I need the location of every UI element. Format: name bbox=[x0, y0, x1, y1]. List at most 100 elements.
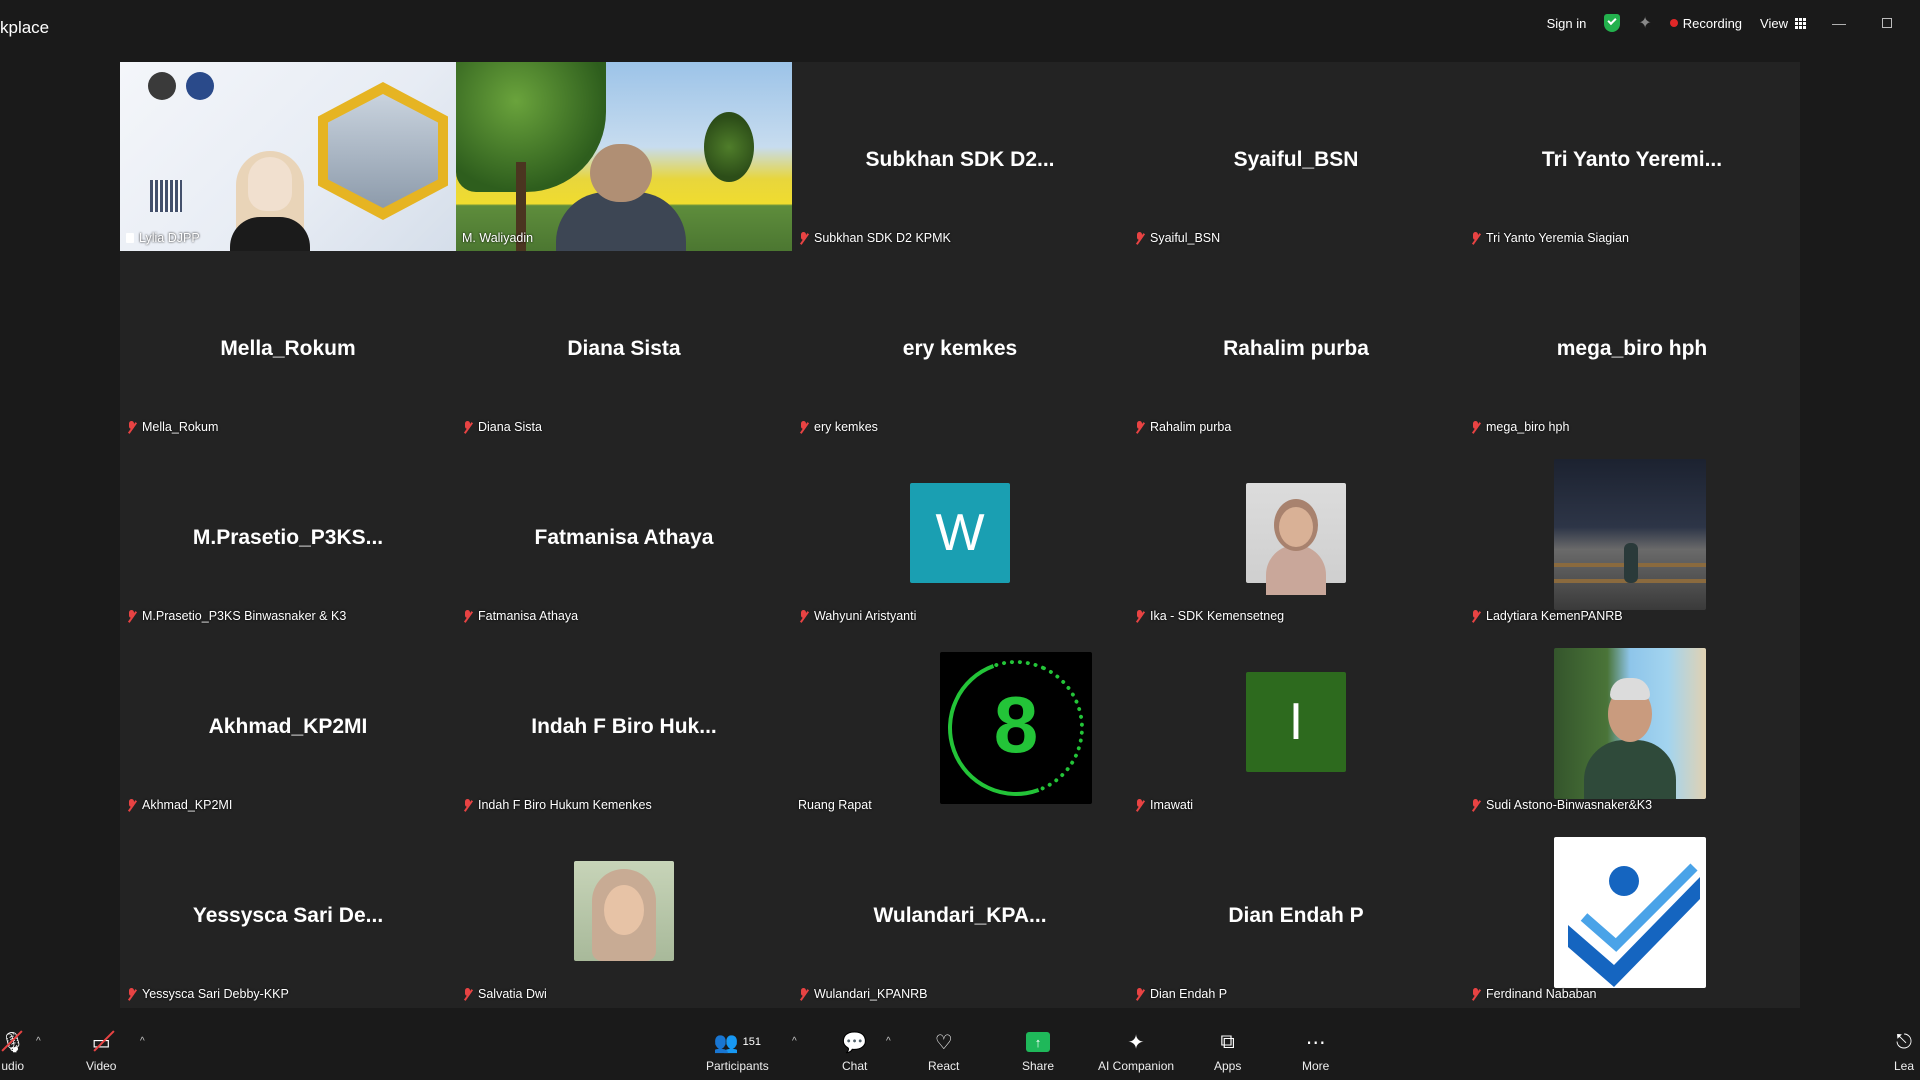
participant-name-label: Dian Endah P bbox=[1134, 987, 1227, 1001]
participant-name-label: Salvatia Dwi bbox=[462, 987, 547, 1001]
restore-icon bbox=[1882, 18, 1892, 28]
participant-tile[interactable]: Ladytiara KemenPANRB bbox=[1464, 440, 1800, 629]
participant-tile[interactable]: mega_biro hph mega_biro hph bbox=[1464, 251, 1800, 440]
top-bar: kplace Sign in ✦ Recording View — bbox=[0, 0, 1920, 48]
participant-name-label: Fatmanisa Athaya bbox=[462, 609, 578, 623]
participant-video bbox=[556, 144, 686, 251]
participant-avatar: I bbox=[1246, 672, 1346, 772]
participant-name-label: Lylia DJPP bbox=[126, 231, 200, 245]
chat-options-caret[interactable]: ^ bbox=[886, 1036, 891, 1047]
participant-name-label: Diana Sista bbox=[462, 420, 542, 434]
participant-tile[interactable]: Yessysca Sari De... Yessysca Sari Debby-… bbox=[120, 818, 456, 1007]
participant-display-name: Subkhan SDK D2... bbox=[865, 148, 1055, 171]
video-options-caret[interactable]: ^ bbox=[140, 1036, 145, 1047]
participant-tile[interactable]: 8 Ruang Rapat bbox=[792, 629, 1128, 818]
participant-name-label: Tri Yanto Yeremia Siagian bbox=[1470, 231, 1629, 245]
participant-tile[interactable]: Syaiful_BSN Syaiful_BSN bbox=[1128, 62, 1464, 251]
participant-display-name: Tri Yanto Yeremi... bbox=[1541, 148, 1723, 171]
participants-icon: 👥 151 bbox=[713, 1031, 761, 1054]
muted-mic-icon bbox=[798, 420, 809, 434]
sparkle-icon[interactable]: ✦ bbox=[1638, 13, 1651, 33]
participant-tile[interactable]: M.Prasetio_P3KS... M.Prasetio_P3KS Binwa… bbox=[120, 440, 456, 629]
participant-name-label: mega_biro hph bbox=[1470, 420, 1569, 434]
participants-options-caret[interactable]: ^ bbox=[792, 1036, 797, 1047]
view-button[interactable]: View bbox=[1760, 16, 1806, 31]
djpp-logo-icon bbox=[186, 72, 214, 100]
participant-tile[interactable]: Lylia DJPP bbox=[120, 62, 456, 251]
participant-name-label: Ladytiara KemenPANRB bbox=[1470, 609, 1623, 623]
video-button[interactable]: ▭ Video bbox=[86, 1028, 116, 1074]
muted-mic-icon bbox=[1470, 987, 1481, 1001]
audio-options-caret[interactable]: ^ bbox=[36, 1036, 41, 1047]
app-title: kplace bbox=[0, 18, 50, 37]
restore-button[interactable] bbox=[1872, 15, 1902, 31]
ministry-logo-icon bbox=[148, 72, 176, 100]
participant-tile[interactable]: Tri Yanto Yeremi... Tri Yanto Yeremia Si… bbox=[1464, 62, 1800, 251]
participant-photo bbox=[574, 861, 674, 961]
sign-in-link[interactable]: Sign in bbox=[1547, 16, 1587, 31]
view-label: View bbox=[1760, 15, 1788, 31]
participant-tile[interactable]: Mella_Rokum Mella_Rokum bbox=[120, 251, 456, 440]
participant-tile[interactable]: Rahalim purba Rahalim purba bbox=[1128, 251, 1464, 440]
participant-name-label: Syaiful_BSN bbox=[1134, 231, 1220, 245]
participant-tile[interactable]: ery kemkes ery kemkes bbox=[792, 251, 1128, 440]
muted-mic-icon bbox=[1470, 609, 1481, 623]
participant-display-name: Syaiful_BSN bbox=[1233, 148, 1359, 171]
muted-mic-icon bbox=[126, 987, 137, 1001]
participant-display-name: ery kemkes bbox=[902, 337, 1018, 360]
participant-name-label: Imawati bbox=[1134, 798, 1193, 812]
participants-count: 151 bbox=[742, 1036, 761, 1048]
muted-mic-icon bbox=[1470, 420, 1481, 434]
participant-tile[interactable]: Dian Endah P Dian Endah P bbox=[1128, 818, 1464, 1007]
chat-button[interactable]: 💬 Chat bbox=[842, 1028, 868, 1074]
chat-bubble-icon: 💬 bbox=[842, 1031, 868, 1054]
participant-display-name: Wulandari_KPA... bbox=[873, 904, 1047, 927]
participant-display-name: Indah F Biro Huk... bbox=[531, 715, 717, 738]
participant-tile[interactable]: Subkhan SDK D2... Subkhan SDK D2 KPMK bbox=[792, 62, 1128, 251]
participant-name-label: M.Prasetio_P3KS Binwasnaker & K3 bbox=[126, 609, 346, 623]
participant-tile[interactable]: Akhmad_KP2MI Akhmad_KP2MI bbox=[120, 629, 456, 818]
participant-tile[interactable]: Ferdinand Nababan bbox=[1464, 818, 1800, 1007]
participant-name-label: Ika - SDK Kemensetneg bbox=[1134, 609, 1284, 623]
participant-name-label: Sudi Astono-Binwasnaker&K3 bbox=[1470, 798, 1652, 812]
participant-tile[interactable]: Salvatia Dwi bbox=[456, 818, 792, 1007]
participant-avatar: W bbox=[910, 483, 1010, 583]
participant-tile[interactable]: Ika - SDK Kemensetneg bbox=[1128, 440, 1464, 629]
react-button[interactable]: ♡ React bbox=[928, 1028, 959, 1074]
audio-button[interactable]: 🎙 udio bbox=[0, 1028, 25, 1074]
participant-display-name: Akhmad_KP2MI bbox=[208, 715, 368, 738]
muted-mic-icon bbox=[126, 798, 137, 812]
recording-dot-icon bbox=[1669, 19, 1678, 27]
participant-tile[interactable]: Diana Sista Diana Sista bbox=[456, 251, 792, 440]
participant-tile[interactable]: Wulandari_KPA... Wulandari_KPANRB bbox=[792, 818, 1128, 1007]
participant-display-name: Dian Endah P bbox=[1228, 904, 1364, 927]
participant-tile[interactable]: Fatmanisa Athaya Fatmanisa Athaya bbox=[456, 440, 792, 629]
shield-check-icon[interactable] bbox=[1604, 14, 1621, 32]
apps-button[interactable]: ⧉ Apps bbox=[1214, 1028, 1241, 1074]
minimize-button[interactable]: — bbox=[1824, 15, 1854, 31]
muted-mic-icon bbox=[462, 987, 473, 1001]
recording-indicator[interactable]: Recording bbox=[1669, 16, 1742, 31]
ai-sparkle-icon: ✦ bbox=[1127, 1031, 1145, 1054]
participants-button[interactable]: 👥 151 Participants bbox=[706, 1028, 769, 1074]
participant-tile[interactable]: Indah F Biro Huk... Indah F Biro Hukum K… bbox=[456, 629, 792, 818]
checkmark-logo-icon bbox=[1568, 863, 1700, 987]
participant-tile-active-speaker[interactable]: M. Waliyadin bbox=[456, 62, 792, 251]
video-camera-off-icon: ▭ bbox=[92, 1028, 111, 1056]
participant-tile[interactable]: Sudi Astono-Binwasnaker&K3 bbox=[1464, 629, 1800, 818]
participant-tile[interactable]: I Imawati bbox=[1128, 629, 1464, 818]
leave-button[interactable]: ⎋ Lea bbox=[1894, 1028, 1914, 1074]
participant-photo bbox=[1554, 648, 1706, 799]
ai-companion-button[interactable]: ✦ AI Companion bbox=[1098, 1028, 1174, 1074]
qr-code-icon bbox=[150, 180, 182, 212]
share-button[interactable]: ↑ Share bbox=[1022, 1028, 1054, 1073]
participant-name-label: M. Waliyadin bbox=[462, 231, 534, 245]
muted-mic-icon bbox=[1134, 798, 1145, 812]
participant-tile[interactable]: W Wahyuni Aristyanti bbox=[792, 440, 1128, 629]
more-button[interactable]: ⋯ More bbox=[1302, 1028, 1329, 1074]
video-gallery: Lylia DJPP M. Waliyadin Subkhan SDK D2..… bbox=[120, 62, 1800, 1008]
participant-display-name: Fatmanisa Athaya bbox=[534, 526, 714, 549]
participant-display-name: M.Prasetio_P3KS... bbox=[192, 526, 384, 549]
participant-name-label: Mella_Rokum bbox=[126, 420, 218, 434]
participant-name-label: Yessysca Sari Debby-KKP bbox=[126, 987, 289, 1001]
